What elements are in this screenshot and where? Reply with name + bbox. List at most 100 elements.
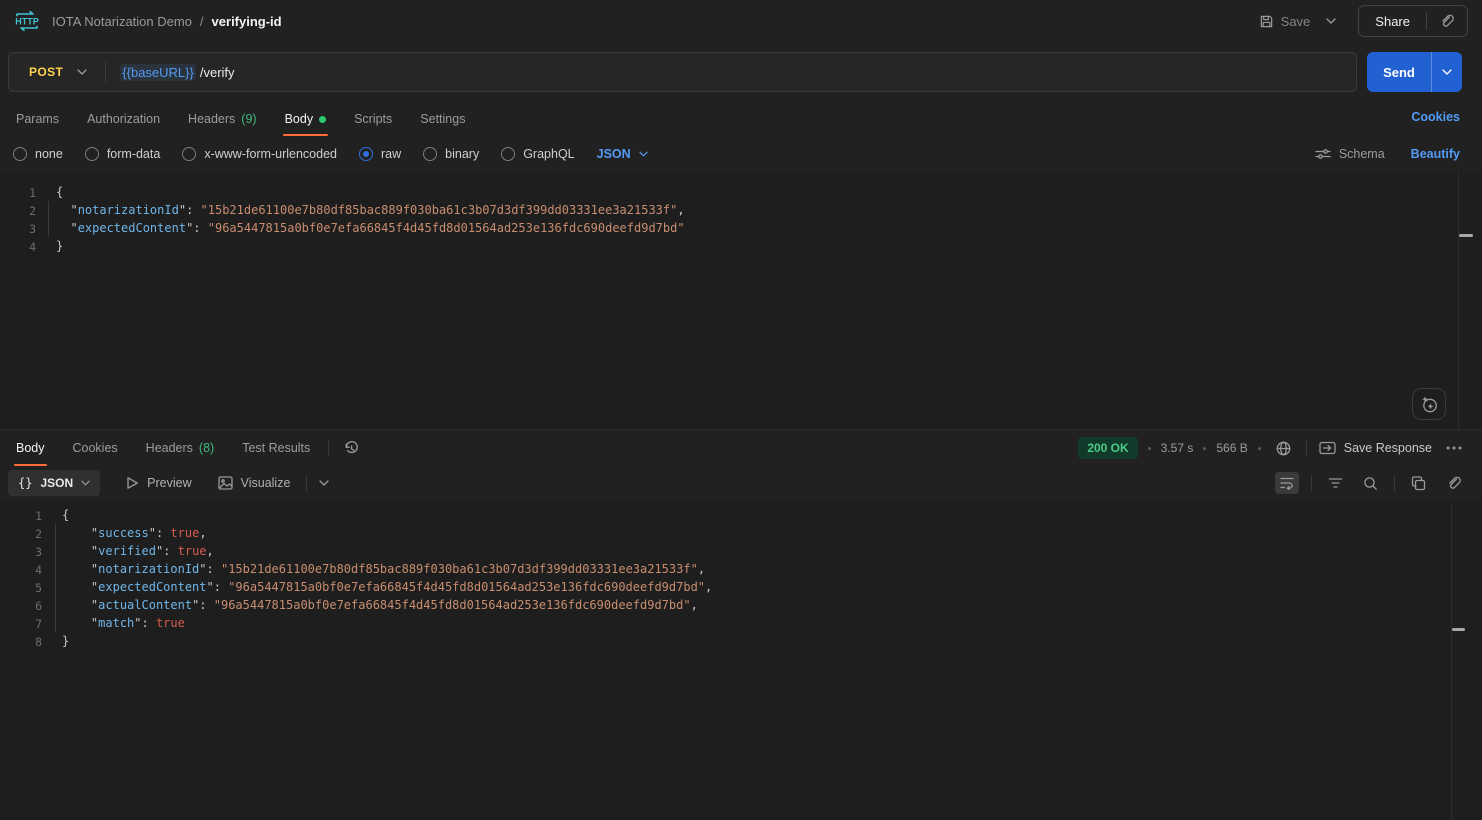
code-content: "expectedContent": "96a5447815a0bf0e7efa… <box>36 219 685 237</box>
copy-response-icon[interactable] <box>1407 472 1430 495</box>
response-size: 566 B <box>1216 441 1247 455</box>
breadcrumb-collection[interactable]: IOTA Notarization Demo <box>52 14 192 29</box>
save-response-button[interactable]: Save Response <box>1319 441 1432 455</box>
request-tab-settings[interactable]: Settings <box>406 102 479 136</box>
code-content: "notarizationId": "15b21de61100e7b80df85… <box>36 201 685 219</box>
meta-divider <box>1306 440 1307 456</box>
breadcrumb-request-name[interactable]: verifying-id <box>212 14 282 29</box>
beautify-button[interactable]: Beautify <box>1411 147 1460 161</box>
code-content: { <box>36 183 63 201</box>
language-dropdown[interactable]: JSON <box>597 147 648 161</box>
tab-label: Cookies <box>73 441 118 455</box>
network-info-icon[interactable] <box>1271 436 1296 461</box>
response-toolbar: {} JSON Preview Visualize <box>0 466 1482 500</box>
send-button[interactable]: Send <box>1367 65 1431 80</box>
request-tab-headers[interactable]: Headers (9) <box>174 102 271 136</box>
method-chevron-icon <box>77 69 87 75</box>
request-tab-authorization[interactable]: Authorization <box>73 102 174 136</box>
tab-count-badge: (9) <box>241 112 256 126</box>
response-tab-body[interactable]: Body <box>2 430 59 466</box>
radio-icon <box>182 147 196 161</box>
body-type-graphql[interactable]: GraphQL <box>501 147 574 161</box>
request-tab-params[interactable]: Params <box>2 102 73 136</box>
url-variable: {{baseURL}} <box>120 64 196 81</box>
filter-icon[interactable] <box>1324 473 1347 493</box>
body-type-raw[interactable]: raw <box>359 147 401 161</box>
response-tabs-divider <box>328 440 329 456</box>
response-scroll-track <box>1451 503 1452 820</box>
code-line: 5 "expectedContent": "96a5447815a0bf0e7e… <box>0 578 1482 596</box>
radio-label: binary <box>445 147 479 161</box>
url-bar: POST {{baseURL}} /verify <box>8 52 1357 92</box>
response-format-dropdown[interactable]: {} JSON <box>8 470 100 496</box>
share-button-group: Share <box>1358 5 1468 37</box>
visualize-label: Visualize <box>241 476 291 490</box>
format-chevron-icon <box>81 480 90 486</box>
send-options-chevron[interactable] <box>1432 69 1462 75</box>
line-number: 5 <box>0 578 42 596</box>
body-type-binary[interactable]: binary <box>423 147 479 161</box>
radio-label: raw <box>381 147 401 161</box>
response-history-icon[interactable] <box>339 436 364 461</box>
response-meta: 200 OK 3.57 s 566 B Save Response <box>1078 430 1482 466</box>
code-content: "verified": true, <box>42 542 214 560</box>
search-icon[interactable] <box>1359 472 1382 495</box>
response-body-viewer: 1{2 "success": true,3 "verified": true,4… <box>0 500 1482 820</box>
body-type-form-data[interactable]: form-data <box>85 147 161 161</box>
save-response-icon <box>1319 441 1336 455</box>
share-button[interactable]: Share <box>1359 14 1426 29</box>
body-type-none[interactable]: none <box>13 147 63 161</box>
visualize-button[interactable]: Visualize <box>218 476 291 490</box>
wrap-text-toggle[interactable] <box>1275 472 1299 494</box>
response-tab-headers[interactable]: Headers(8) <box>132 430 229 466</box>
code-content: "actualContent": "96a5447815a0bf0e7efa66… <box>42 596 698 614</box>
save-button[interactable]: Save <box>1251 8 1319 35</box>
visualize-image-icon <box>218 476 233 490</box>
toolbar-divider <box>306 475 307 491</box>
request-tab-scripts[interactable]: Scripts <box>340 102 406 136</box>
tab-label: Params <box>16 112 59 126</box>
request-tab-body[interactable]: Body <box>271 102 341 136</box>
visualize-options-chevron[interactable] <box>315 476 333 490</box>
response-more-options-icon[interactable] <box>1442 442 1466 454</box>
postbot-sparkle-icon <box>1419 394 1439 414</box>
code-content: { <box>42 506 69 524</box>
response-tab-test-results[interactable]: Test Results <box>228 430 324 466</box>
body-type-x-www-form-urlencoded[interactable]: x-www-form-urlencoded <box>182 147 337 161</box>
schema-button[interactable]: Schema <box>1315 147 1385 161</box>
save-response-label: Save Response <box>1344 441 1432 455</box>
response-header: Body Cookies Headers(8)Test Results 200 OK… <box>0 430 1482 466</box>
line-number: 8 <box>0 632 42 650</box>
code-content: } <box>36 237 63 255</box>
method-selector[interactable]: POST <box>9 65 105 79</box>
response-scroll-thumb[interactable] <box>1452 628 1465 631</box>
app-window: HTTP IOTA Notarization Demo / verifying-… <box>0 0 1482 820</box>
url-path: /verify <box>200 65 235 80</box>
response-tab-cookies[interactable]: Cookies <box>59 430 132 466</box>
tab-label: Headers <box>188 112 235 126</box>
request-editor-scroll-track <box>1458 173 1459 429</box>
preview-button[interactable]: Preview <box>126 476 191 490</box>
code-line: 3 "verified": true, <box>0 542 1482 560</box>
code-line: 6 "actualContent": "96a5447815a0bf0e7efa… <box>0 596 1482 614</box>
breadcrumb-separator: / <box>200 14 204 29</box>
body-type-selector: none form-data x-www-form-urlencoded raw bin… <box>0 139 648 169</box>
url-input[interactable]: {{baseURL}} /verify <box>106 64 1356 81</box>
code-content: "expectedContent": "96a5447815a0bf0e7efa… <box>42 578 712 596</box>
copy-link-icon[interactable] <box>1427 13 1467 29</box>
radio-label: x-www-form-urlencoded <box>204 147 337 161</box>
code-content: "notarizationId": "15b21de61100e7b80df85… <box>42 560 705 578</box>
postbot-button[interactable] <box>1412 388 1446 420</box>
tab-label: Body <box>285 112 314 126</box>
code-line: 2 "success": true, <box>0 524 1482 542</box>
save-options-chevron[interactable] <box>1318 12 1344 30</box>
tab-label: Body <box>16 441 45 455</box>
request-body-editor[interactable]: 1{2 "notarizationId": "15b21de61100e7b80… <box>0 172 1482 430</box>
response-format-label: JSON <box>40 476 73 490</box>
line-number: 7 <box>0 614 42 632</box>
request-editor-scroll-thumb[interactable] <box>1459 234 1473 237</box>
tools-divider <box>1394 475 1395 491</box>
response-time: 3.57 s <box>1161 441 1194 455</box>
link-response-icon[interactable] <box>1442 471 1466 495</box>
cookies-link[interactable]: Cookies <box>1411 110 1460 124</box>
